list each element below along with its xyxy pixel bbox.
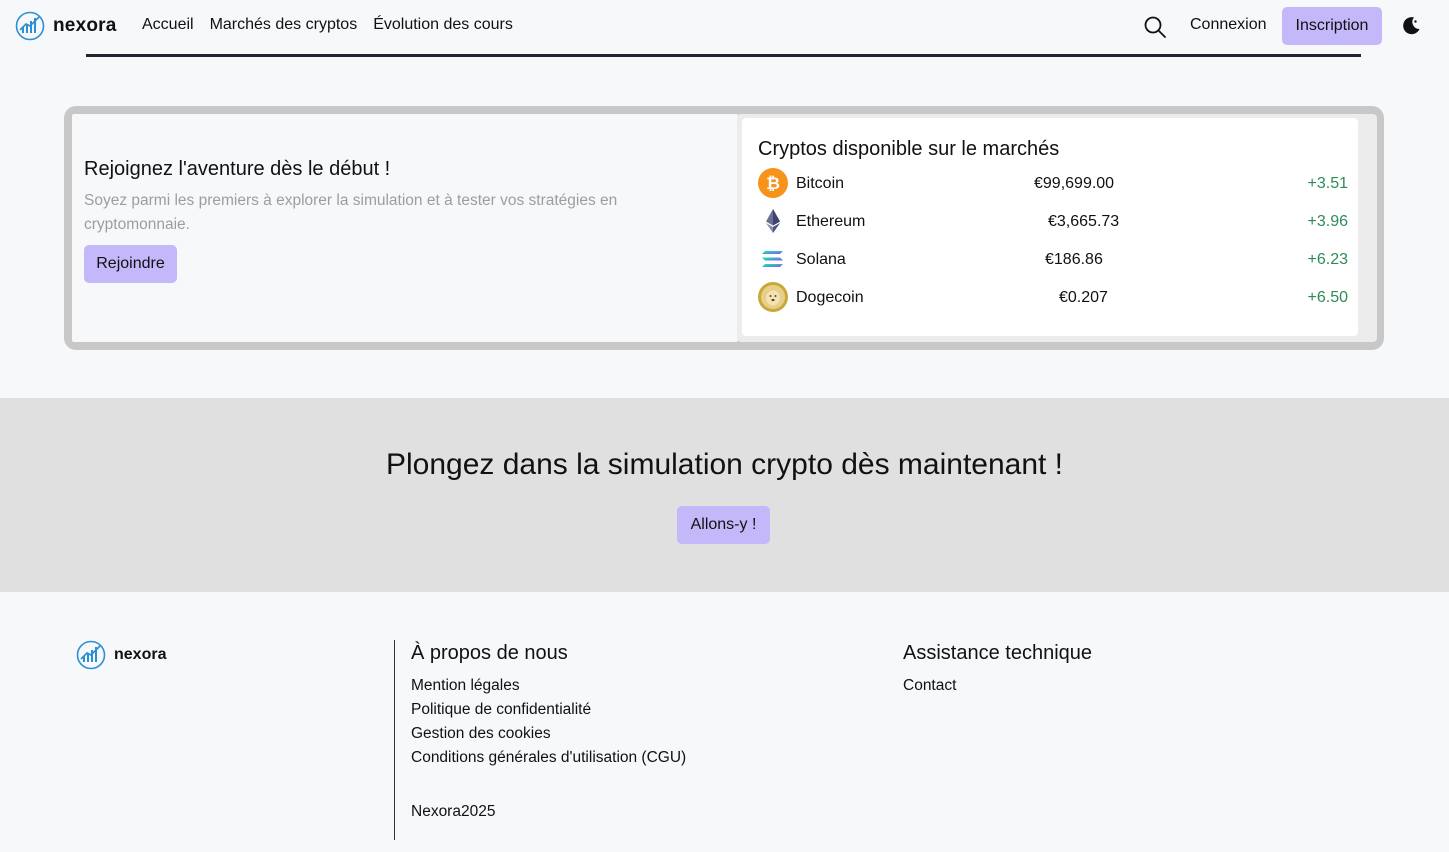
ethereum-icon <box>766 209 780 233</box>
chart-logo-icon <box>76 640 106 670</box>
nav-link-price-evolution[interactable]: Évolution des cours <box>373 16 513 34</box>
nav-divider <box>86 54 1361 57</box>
footer-link-terms[interactable]: Conditions générales d'utilisation (CGU) <box>411 746 686 770</box>
crypto-row-solana[interactable]: Solana €186.86 +6.23 <box>758 244 1348 276</box>
hero-intro: Rejoignez l'aventure dès le début ! Soye… <box>72 114 738 342</box>
crypto-card: Cryptos disponible sur le marchés ₿ Bitc… <box>742 118 1358 336</box>
crypto-name: Ethereum <box>796 213 866 230</box>
cta-section: Plongez dans la simulation crypto dès ma… <box>0 398 1449 592</box>
login-link[interactable]: Connexion <box>1190 16 1267 34</box>
navbar: nexora Accueil Marchés des cryptos Évolu… <box>0 0 1449 57</box>
footer-link-privacy[interactable]: Politique de confidentialité <box>411 698 686 722</box>
svg-text:₿: ₿ <box>766 174 780 194</box>
moon-icon[interactable] <box>1400 15 1422 37</box>
footer-support-heading: Assistance technique <box>903 642 1093 664</box>
footer-link-cookies[interactable]: Gestion des cookies <box>411 722 686 746</box>
chart-logo-icon <box>15 11 45 41</box>
crypto-change: +3.51 <box>1307 175 1348 192</box>
footer-about-heading: À propos de nous <box>411 642 568 664</box>
crypto-price: €0.207 <box>1059 289 1108 306</box>
signup-button[interactable]: Inscription <box>1282 7 1382 45</box>
footer-about-column: À propos de nous Mention légales Politiq… <box>411 642 686 770</box>
join-button[interactable]: Rejoindre <box>84 245 177 283</box>
footer-brand-name: nexora <box>114 646 167 663</box>
crypto-panel: Cryptos disponible sur le marchés ₿ Bitc… <box>737 114 1377 342</box>
footer-link-contact[interactable]: Contact <box>903 674 1092 698</box>
crypto-name: Solana <box>796 251 846 268</box>
footer: nexora À propos de nous Mention légales … <box>0 592 1449 852</box>
crypto-price: €3,665.73 <box>1048 213 1120 230</box>
crypto-change: +6.23 <box>1307 251 1348 268</box>
nav-link-markets[interactable]: Marchés des cryptos <box>210 16 358 34</box>
footer-link-legal[interactable]: Mention légales <box>411 674 686 698</box>
footer-support-column: Assistance technique Contact <box>903 642 1092 698</box>
brand-name: nexora <box>53 15 117 36</box>
crypto-name: Dogecoin <box>796 289 864 306</box>
hero-description: Soyez parmi les premiers à explorer la s… <box>84 192 618 233</box>
crypto-change: +6.50 <box>1307 289 1348 306</box>
crypto-row-dogecoin[interactable]: Dogecoin €0.207 +6.50 <box>758 282 1348 314</box>
hero-title: Rejoignez l'aventure dès le début ! <box>84 158 391 180</box>
crypto-price: €99,699.00 <box>1034 175 1115 192</box>
footer-copyright: Nexora2025 <box>411 803 496 820</box>
cta-button[interactable]: Allons-y ! <box>677 506 770 544</box>
crypto-row-ethereum[interactable]: Ethereum €3,665.73 +3.96 <box>758 206 1348 238</box>
crypto-list-title: Cryptos disponible sur le marchés <box>758 138 1060 160</box>
nav-link-home[interactable]: Accueil <box>142 16 194 34</box>
crypto-change: +3.96 <box>1307 213 1348 230</box>
solana-icon <box>762 251 783 267</box>
search-icon[interactable] <box>1143 15 1167 39</box>
hero-section: Rejoignez l'aventure dès le début ! Soye… <box>64 106 1384 350</box>
main-nav: Accueil Marchés des cryptos Évolution de… <box>142 16 513 34</box>
cta-title: Plongez dans la simulation crypto dès ma… <box>385 448 1064 481</box>
footer-logo[interactable]: nexora <box>76 640 166 670</box>
crypto-name: Bitcoin <box>796 175 845 192</box>
dogecoin-icon <box>758 282 788 312</box>
footer-divider <box>394 640 395 840</box>
bitcoin-icon: ₿ <box>758 168 788 198</box>
brand-logo[interactable]: nexora <box>15 11 117 41</box>
crypto-row-bitcoin[interactable]: ₿ Bitcoin €99,699.00 +3.51 <box>758 168 1348 200</box>
crypto-price: €186.86 <box>1045 251 1103 268</box>
